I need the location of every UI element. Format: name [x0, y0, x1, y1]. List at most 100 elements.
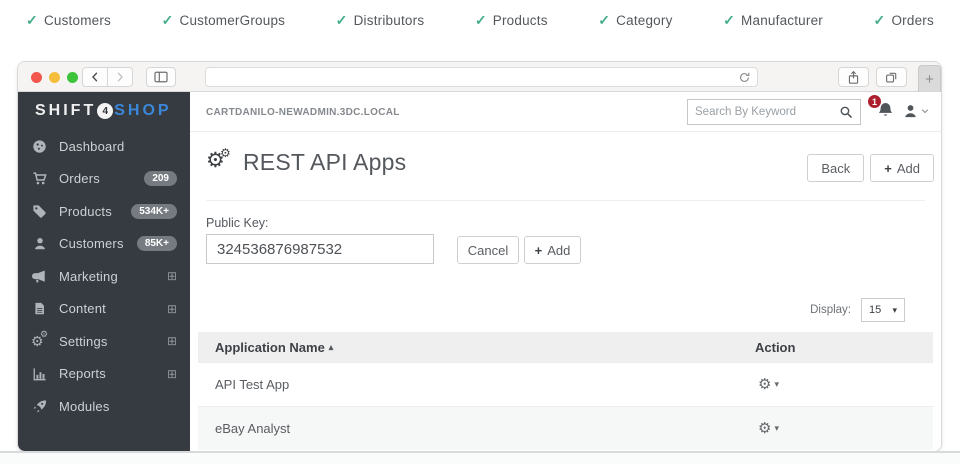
services-status-bar: ✓ Customers ✓ CustomerGroups ✓ Distribut…: [0, 0, 960, 40]
sidebar-item-orders[interactable]: Orders 209: [18, 163, 190, 196]
browser-forward-button[interactable]: [107, 67, 133, 87]
chevron-down-icon: [921, 107, 929, 115]
cart-icon: [31, 171, 48, 187]
sidebar-item-label: Modules: [59, 399, 177, 414]
admin-sidebar: SHIFT 4 SHOP Dashboard: [18, 92, 190, 451]
expand-icon[interactable]: ⊞: [167, 303, 177, 315]
close-window-button[interactable]: [31, 72, 42, 83]
sidebar-menu: Dashboard Orders 209 Products: [18, 130, 190, 423]
sidebar-item-settings[interactable]: ⚙ ⚙ Settings ⊞: [18, 325, 190, 358]
column-header-application-name[interactable]: Application Name ▴: [198, 340, 333, 355]
search-icon[interactable]: [839, 105, 853, 119]
caret-down-icon: ▾: [774, 379, 779, 390]
column-label: Application Name: [215, 340, 325, 355]
sidebar-item-products[interactable]: Products 534K+: [18, 195, 190, 228]
sidebar-item-content[interactable]: Content ⊞: [18, 293, 190, 326]
user-icon: [31, 236, 48, 252]
table-row: API Test App ⚙ ▾: [198, 362, 933, 406]
service-item-category: ✓ Category: [598, 12, 672, 29]
plus-icon: +: [884, 161, 892, 176]
service-item-customergroups: ✓ CustomerGroups: [162, 12, 286, 29]
service-label: Orders: [891, 13, 933, 28]
service-label: Category: [616, 13, 672, 28]
cancel-button[interactable]: Cancel: [457, 236, 519, 264]
column-header-action: Action: [755, 340, 795, 355]
gear-icon: ⚙: [758, 377, 771, 392]
browser-toolbar: +: [18, 62, 941, 92]
cancel-button-label: Cancel: [468, 243, 508, 258]
count-badge: 209: [144, 171, 177, 186]
display-count-control: Display: 15 ▾: [810, 298, 905, 322]
minimize-window-button[interactable]: [49, 72, 60, 83]
service-label: CustomerGroups: [180, 13, 286, 28]
caret-down-icon: ▾: [892, 305, 897, 316]
service-label: Manufacturer: [741, 13, 823, 28]
sidebar-item-label: Orders: [59, 171, 133, 186]
sidebar-item-marketing[interactable]: Marketing ⊞: [18, 260, 190, 293]
cogs-icon: ⚙ ⚙: [206, 149, 232, 175]
check-icon: ✓: [723, 12, 735, 29]
sort-asc-icon: ▴: [329, 342, 334, 353]
add-button[interactable]: + Add: [870, 154, 934, 182]
back-button[interactable]: Back: [807, 154, 864, 182]
sidebar-panel-icon: [154, 71, 168, 83]
service-item-distributors: ✓ Distributors: [336, 12, 425, 29]
shift4shop-logo[interactable]: SHIFT 4 SHOP: [18, 92, 190, 130]
caret-down-icon: ▾: [774, 423, 779, 434]
check-icon: ✓: [336, 12, 348, 29]
logo-text-shift: SHIFT: [35, 102, 96, 120]
service-label: Products: [493, 13, 548, 28]
display-label: Display:: [810, 304, 851, 316]
sidebar-item-reports[interactable]: Reports ⊞: [18, 358, 190, 391]
sidebar-item-label: Marketing: [59, 269, 156, 284]
cogs-icon: ⚙ ⚙: [31, 333, 48, 349]
sidebar-item-modules[interactable]: Modules: [18, 390, 190, 423]
sidebar-item-customers[interactable]: Customers 85K+: [18, 228, 190, 261]
logo-number-badge: 4: [97, 103, 113, 119]
sidebar-item-label: Settings: [59, 334, 156, 349]
service-item-products: ✓ Products: [475, 12, 548, 29]
file-icon: [31, 301, 48, 317]
address-bar[interactable]: [205, 67, 758, 87]
expand-icon[interactable]: ⊞: [167, 368, 177, 380]
sidebar-toggle-button[interactable]: [146, 67, 176, 87]
rocket-icon: [31, 398, 48, 414]
chevron-right-icon: [114, 71, 126, 83]
plus-icon: +: [925, 71, 934, 88]
sidebar-item-label: Content: [59, 301, 156, 316]
sidebar-item-label: Products: [59, 204, 120, 219]
row-actions-button[interactable]: ⚙ ▾: [758, 377, 779, 392]
account-menu-button[interactable]: [903, 103, 929, 119]
tab-overview-button[interactable]: [876, 67, 907, 87]
page-actions: Back + Add: [807, 154, 934, 182]
maximize-window-button[interactable]: [67, 72, 78, 83]
service-label: Customers: [44, 13, 111, 28]
service-item-manufacturer: ✓ Manufacturer: [723, 12, 823, 29]
search-input[interactable]: [695, 106, 839, 118]
dashboard-icon: [31, 138, 48, 154]
form-add-button[interactable]: + Add: [524, 236, 581, 264]
add-button-label: Add: [897, 161, 920, 176]
logo-text-shop: SHOP: [114, 102, 171, 120]
page-size-select[interactable]: 15 ▾: [861, 298, 905, 322]
check-icon: ✓: [874, 12, 886, 29]
sidebar-item-dashboard[interactable]: Dashboard: [18, 130, 190, 163]
plus-icon: +: [535, 243, 543, 258]
page-size-value: 15: [869, 304, 881, 316]
notifications-button[interactable]: 1: [877, 102, 894, 120]
share-button[interactable]: [838, 67, 869, 87]
refresh-icon[interactable]: [738, 71, 751, 84]
admin-topbar: CARTDANILO-NEWADMIN.3DC.LOCAL 1: [190, 92, 941, 132]
page-background: [0, 453, 960, 464]
browser-back-button[interactable]: [82, 67, 108, 87]
new-tab-button[interactable]: +: [918, 65, 941, 92]
bullhorn-icon: [31, 268, 48, 284]
app-name-cell: eBay Analyst: [198, 421, 290, 436]
service-item-customers: ✓ Customers: [26, 12, 111, 29]
expand-icon[interactable]: ⊞: [167, 270, 177, 282]
browser-window: + SHIFT 4 SHOP Dashboard: [18, 62, 941, 451]
expand-icon[interactable]: ⊞: [167, 335, 177, 347]
public-key-input[interactable]: [206, 234, 434, 264]
row-actions-button[interactable]: ⚙ ▾: [758, 421, 779, 436]
public-key-label: Public Key:: [206, 216, 269, 230]
